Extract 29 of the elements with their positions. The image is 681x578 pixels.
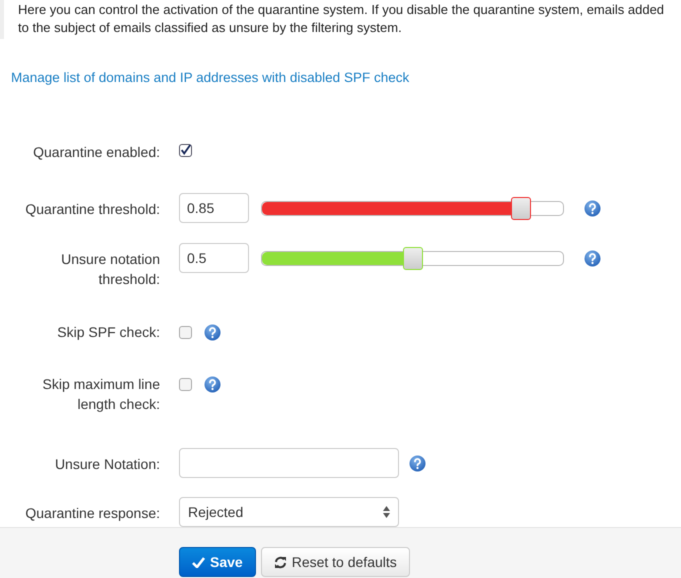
field-label: Unsure notation threshold:	[60, 250, 160, 289]
notation-field[interactable]	[179, 448, 399, 478]
checkbox[interactable]	[179, 144, 192, 157]
value-field[interactable]: 0.5	[179, 243, 249, 273]
slider-thumb[interactable]	[510, 196, 531, 220]
help-icon[interactable]	[584, 250, 601, 266]
help-icon[interactable]	[204, 376, 221, 393]
refresh-icon	[274, 556, 287, 568]
value-field[interactable]: 0.85	[179, 193, 249, 223]
field-label: Skip maximum line length check:	[42, 375, 160, 414]
field-label: Skip SPF check:	[57, 323, 160, 342]
checkbox[interactable]	[179, 326, 192, 339]
response-dropdown[interactable]: Rejected	[179, 497, 399, 527]
field-label: Quarantine threshold:	[25, 200, 160, 219]
check-icon	[192, 556, 205, 568]
save-button[interactable]: Save	[179, 547, 256, 577]
slider-thumb[interactable]	[402, 246, 422, 270]
help-icon[interactable]	[584, 200, 601, 216]
help-icon[interactable]	[204, 324, 221, 341]
intro-text: Here you can control the activation of the quarantine system. If you disable the quarantine system, emails added to the subject of emails classified as unsure by the filtering system.	[18, 1, 666, 37]
field-label: Unsure Notation:	[54, 455, 160, 474]
spf-list-link[interactable]: Manage list of domains and IP addresses with disabled SPF check	[11, 70, 410, 85]
updown-icon	[383, 506, 390, 518]
field-label: Quarantine enabled:	[33, 143, 160, 162]
reset-button[interactable]: Reset to defaults	[260, 547, 410, 577]
checkbox[interactable]	[179, 378, 192, 391]
field-label: Quarantine response:	[25, 504, 160, 523]
help-icon[interactable]	[409, 454, 426, 472]
selected-option: Rejected	[188, 502, 244, 522]
